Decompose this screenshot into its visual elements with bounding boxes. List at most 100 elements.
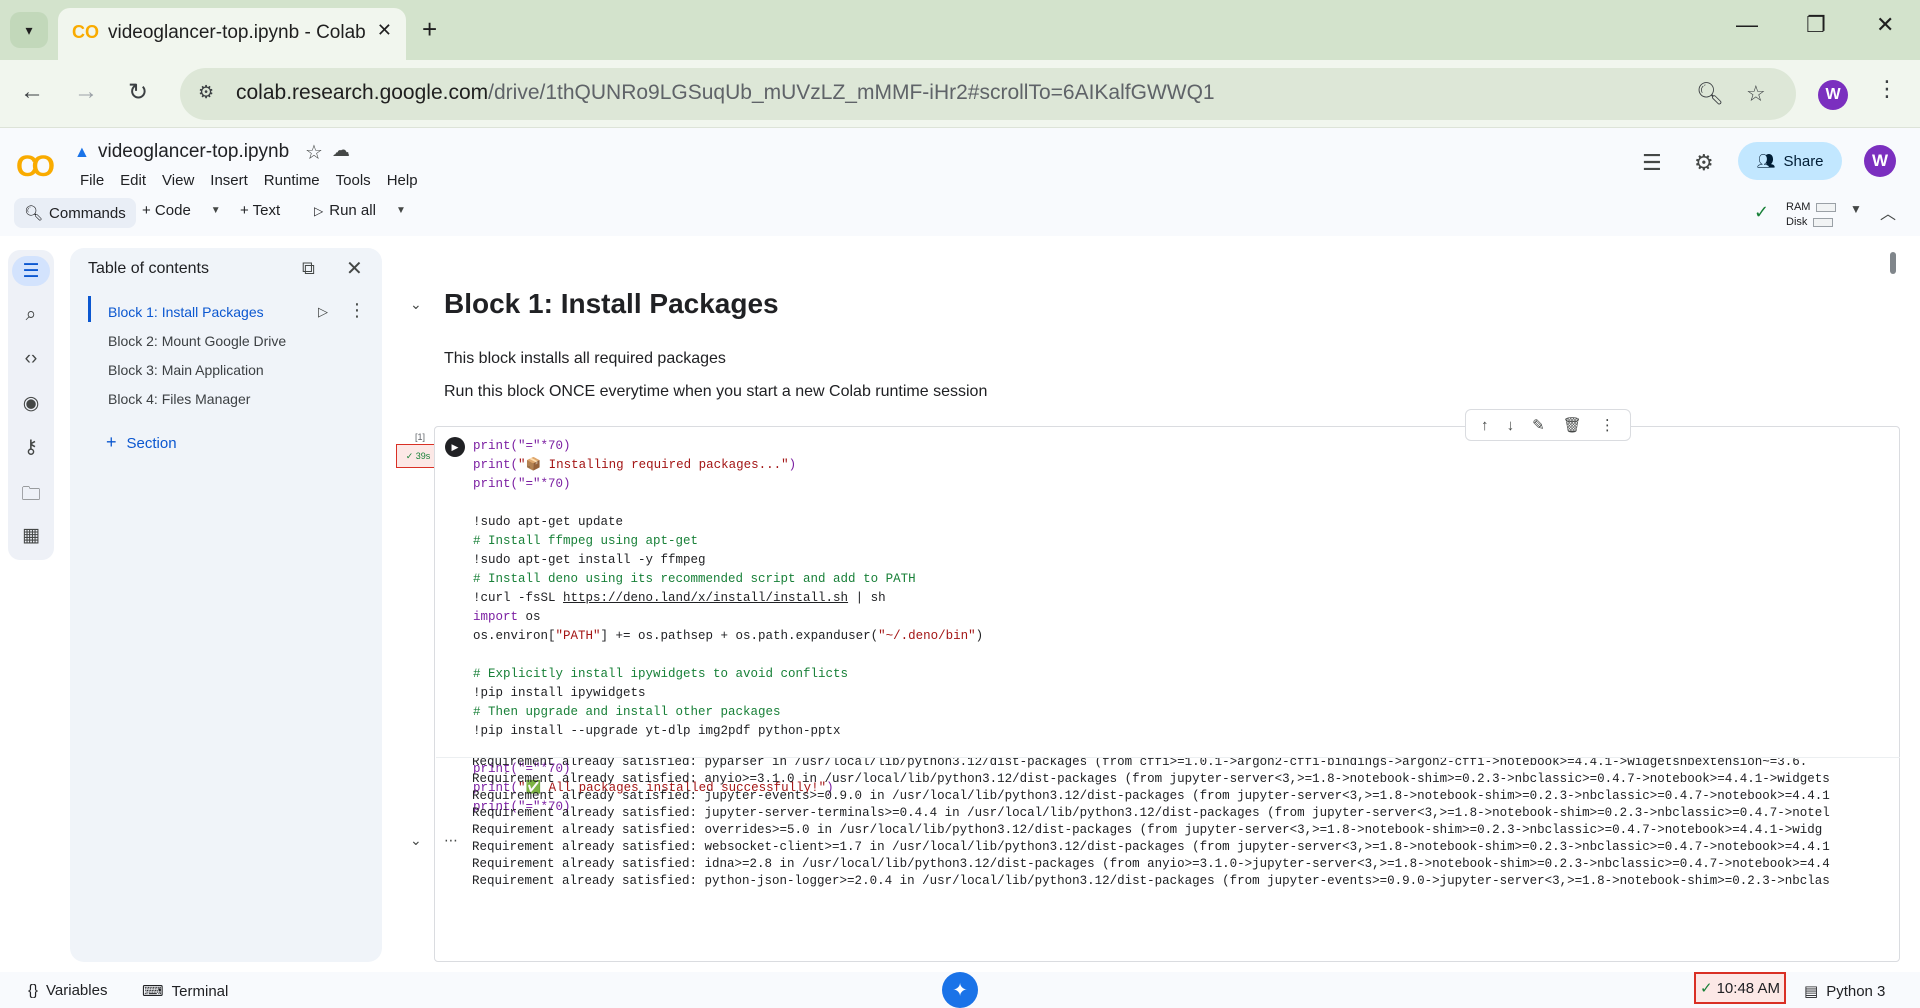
toc-icon[interactable]: ☰ bbox=[8, 260, 54, 283]
search-icon: 🔍︎ bbox=[24, 205, 44, 222]
menu-view[interactable]: View bbox=[154, 172, 202, 189]
menu-file[interactable]: File bbox=[72, 172, 112, 189]
cloud-icon[interactable]: ☁ bbox=[332, 140, 350, 161]
braces-icon: {} bbox=[28, 982, 39, 999]
find-icon[interactable]: ⌕ bbox=[8, 304, 54, 326]
back-arrow-icon[interactable]: ← bbox=[20, 78, 44, 106]
code-line: print("📦 Installing required packages...… bbox=[473, 458, 797, 472]
avatar[interactable]: W bbox=[1864, 145, 1896, 177]
forward-arrow-icon[interactable]: → bbox=[74, 78, 98, 106]
menu-edit[interactable]: Edit bbox=[112, 172, 154, 189]
collapse-output-icon[interactable]: ⌄ bbox=[410, 832, 422, 849]
add-code-button[interactable]: + Code ▼ bbox=[142, 202, 221, 219]
play-icon[interactable]: ▷ bbox=[318, 304, 328, 320]
code-line: print("="*70) bbox=[473, 439, 571, 453]
gear-icon[interactable]: ⚙ bbox=[1694, 150, 1714, 176]
server-icon: ▤ bbox=[1804, 983, 1819, 1000]
code-line: !sudo apt-get update bbox=[473, 515, 624, 529]
trash-icon[interactable]: 🗑︎ bbox=[1563, 416, 1582, 434]
bookmark-star-icon[interactable]: ☆ bbox=[1746, 81, 1766, 107]
minimize-icon[interactable]: — bbox=[1736, 12, 1758, 38]
command-bar: 🔍︎ Commands + Code ▼ + Text ▷ Run all ▼ bbox=[0, 198, 1920, 228]
code-snippets-icon[interactable]: ‹› bbox=[8, 348, 54, 370]
markdown-line: This block installs all required package… bbox=[444, 350, 726, 367]
cell-toolbar: ↑ ↓ ✎ 🗑︎ ⋮ bbox=[1465, 409, 1631, 441]
reload-icon[interactable]: ↻ bbox=[128, 78, 148, 107]
resource-dropdown-icon[interactable]: ▼ bbox=[1850, 202, 1862, 216]
caret-down-icon[interactable]: ▼ bbox=[211, 205, 221, 216]
cell-output[interactable]: Requirement already satisfied: pyparser … bbox=[436, 757, 1900, 961]
toc-item-block-3[interactable]: Block 3: Main Application bbox=[108, 362, 264, 378]
menu-insert[interactable]: Insert bbox=[202, 172, 256, 189]
more-vert-icon[interactable]: ⋮ bbox=[1600, 416, 1615, 434]
browser-menu-icon[interactable]: ⋮ bbox=[1876, 76, 1898, 102]
chevron-down-icon[interactable]: ⌄ bbox=[410, 296, 422, 313]
url-text[interactable]: colab.research.google.com/drive/1thQUNRo… bbox=[236, 81, 1215, 105]
restore-icon[interactable]: ❐ bbox=[1806, 12, 1826, 38]
notebook-title[interactable]: videoglancer-top.ipynb bbox=[98, 141, 289, 163]
menu-bar: File Edit View Insert Runtime Tools Help bbox=[72, 172, 426, 189]
open-in-tab-icon[interactable]: ⧉ bbox=[302, 258, 315, 279]
window-close-icon[interactable]: ✕ bbox=[1876, 12, 1894, 38]
sparkle-icon: ✦ bbox=[952, 979, 968, 1000]
plus-icon: + bbox=[106, 432, 117, 452]
output-line: Requirement already satisfied: jupyter-e… bbox=[472, 789, 1830, 803]
output-actions-icon[interactable]: ⋯ bbox=[444, 832, 458, 849]
output-text: Requirement already satisfied: pyparser … bbox=[472, 757, 1830, 890]
arrow-down-icon[interactable]: ↓ bbox=[1507, 417, 1515, 434]
add-section-button[interactable]: + Section bbox=[106, 432, 177, 453]
folder-icon[interactable]: 🗀 bbox=[8, 480, 54, 512]
code-line: !pip install ipywidgets bbox=[473, 686, 646, 700]
browser-tab-active[interactable]: CO videoglancer-top.ipynb - Colab ✕ bbox=[58, 8, 406, 60]
code-line: !sudo apt-get install -y ffmpeg bbox=[473, 553, 706, 567]
menu-runtime[interactable]: Runtime bbox=[256, 172, 328, 189]
key-icon[interactable]: ⚷ bbox=[8, 436, 54, 459]
tab-search-button[interactable]: ▾ bbox=[10, 12, 48, 48]
site-info-icon[interactable]: ⚙ bbox=[198, 82, 214, 103]
run-cell-button[interactable]: ▶ bbox=[445, 437, 465, 457]
address-bar[interactable]: ⚙ colab.research.google.com/drive/1thQUN… bbox=[180, 68, 1796, 120]
code-cell[interactable]: ▶ ↑ ↓ ✎ 🗑︎ ⋮ print("="*70) print("📦 Insta… bbox=[434, 409, 1900, 962]
execution-time-badge[interactable]: ✓ 10:48 AM bbox=[1694, 972, 1786, 1004]
add-text-button[interactable]: + Text bbox=[240, 202, 280, 219]
commands-button[interactable]: 🔍︎ Commands bbox=[14, 198, 136, 228]
install-url-link[interactable]: https://deno.land/x/install/install.sh bbox=[563, 591, 848, 605]
comments-icon[interactable]: ☰ bbox=[1642, 150, 1662, 176]
toc-item-block-1[interactable]: Block 1: Install Packages bbox=[108, 304, 264, 320]
table-icon[interactable]: ▦ bbox=[8, 524, 54, 547]
terminal-button[interactable]: ⌨ Terminal bbox=[142, 982, 228, 1001]
toc-item-block-4[interactable]: Block 4: Files Manager bbox=[108, 391, 250, 407]
output-line: Requirement already satisfied: overrides… bbox=[472, 823, 1823, 837]
close-icon[interactable]: ✕ bbox=[377, 20, 392, 41]
toc-item-block-2[interactable]: Block 2: Mount Google Drive bbox=[108, 333, 286, 349]
star-icon[interactable]: ☆ bbox=[305, 140, 323, 165]
arrow-up-icon[interactable]: ↑ bbox=[1481, 417, 1489, 434]
notebook-area: ⌄ Block 1: Install Packages This block i… bbox=[392, 248, 1900, 962]
check-icon: ✓ bbox=[1700, 980, 1713, 997]
collapse-header-icon[interactable]: ︿ bbox=[1880, 200, 1896, 224]
share-button[interactable]: 👥︎ Share bbox=[1738, 142, 1842, 180]
new-tab-button[interactable]: + bbox=[422, 14, 437, 45]
eye-icon[interactable]: ◉ bbox=[8, 392, 54, 415]
zoom-icon[interactable]: 🔍︎ bbox=[1696, 81, 1724, 107]
caret-down-icon[interactable]: ▼ bbox=[396, 205, 406, 216]
code-comment: # Then upgrade and install other package… bbox=[473, 705, 781, 719]
connected-check-icon: ✓ bbox=[1754, 202, 1770, 222]
execution-count: [1] bbox=[414, 432, 425, 442]
browser-profile-avatar[interactable]: W bbox=[1818, 80, 1848, 110]
close-icon[interactable]: ✕ bbox=[346, 256, 363, 281]
edit-icon[interactable]: ✎ bbox=[1532, 416, 1545, 434]
menu-tools[interactable]: Tools bbox=[328, 172, 379, 189]
resource-meter[interactable]: RAM Disk bbox=[1786, 200, 1837, 230]
run-all-button[interactable]: ▷ Run all ▼ bbox=[314, 202, 406, 219]
colab-logo-icon[interactable]: CO bbox=[16, 150, 55, 184]
more-vert-icon[interactable]: ⋮ bbox=[348, 300, 366, 321]
output-line: Requirement already satisfied: python-js… bbox=[472, 874, 1830, 888]
menu-help[interactable]: Help bbox=[379, 172, 426, 189]
scrollbar-thumb[interactable] bbox=[1890, 252, 1896, 274]
output-line: Requirement already satisfied: pyparser … bbox=[472, 757, 1808, 769]
code-line: !pip install --upgrade yt-dlp img2pdf py… bbox=[473, 724, 841, 738]
variables-button[interactable]: {} Variables bbox=[28, 982, 107, 999]
kernel-status[interactable]: ▤ Python 3 bbox=[1804, 982, 1885, 1001]
gemini-button[interactable]: ✦ bbox=[942, 972, 978, 1008]
